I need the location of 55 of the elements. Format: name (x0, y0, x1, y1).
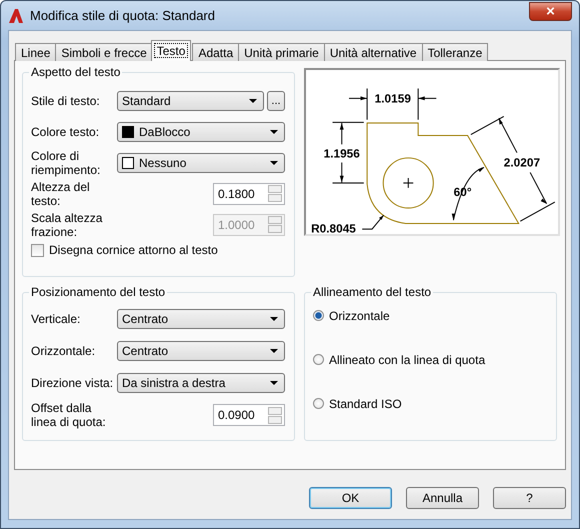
tab[interactable]: Unità primarie (238, 43, 325, 61)
dropdown[interactable]: Da sinistra a destra (117, 373, 285, 393)
radio-button[interactable] (313, 310, 324, 321)
letter-a-logo-icon (8, 8, 24, 24)
field-label: Direzione vista: (31, 376, 114, 390)
caret-icon (270, 349, 278, 353)
checkbox[interactable] (31, 244, 44, 256)
tab[interactable]: Simboli e frecce (55, 43, 153, 61)
field-label: Orizzontale: (31, 344, 96, 358)
dimension-label: 1.0159 (374, 91, 411, 106)
field-label: Colore testo: (31, 124, 100, 138)
tab[interactable]: Linee (15, 43, 56, 61)
browse-button[interactable]: ... (267, 90, 285, 110)
radio-label: Standard ISO (329, 397, 402, 411)
spin-arrows-icon (268, 185, 282, 202)
dimension-label: 1.1956 (324, 146, 360, 161)
field-label: Offset dalla linea di quota: (31, 401, 107, 429)
dimension-label: 2.0207 (504, 156, 540, 170)
caret-icon (270, 160, 278, 164)
checkbox-label: Disegna cornice attorno al testo (49, 243, 218, 257)
radio-button[interactable] (313, 354, 324, 365)
tab[interactable]: Tolleranze (422, 43, 488, 61)
tab[interactable]: Unità alternative (324, 43, 423, 61)
dialog-button[interactable]: ? (493, 487, 566, 509)
radio-button[interactable] (313, 398, 324, 409)
caret-icon (270, 130, 278, 134)
tab[interactable]: Testo (150, 40, 192, 61)
dimension-label: R0.8045 (311, 221, 356, 234)
field-label: Verticale: (31, 312, 82, 326)
dropdown[interactable]: Standard (117, 90, 264, 110)
group-title: Allineamento del testo (312, 285, 432, 299)
radio-label: Allineato con la linea di quota (329, 353, 486, 367)
spin-arrows-icon (268, 406, 282, 424)
field-label: Scala altezza frazione: (31, 210, 104, 238)
dropdown[interactable]: DaBlocco (117, 122, 285, 142)
group-title: Aspetto del testo (30, 65, 122, 79)
dropdown[interactable]: Nessuno (117, 152, 285, 172)
spin-arrows-icon (268, 216, 282, 233)
group-title: Posizionamento del testo (30, 285, 166, 299)
dialog-button[interactable]: OK (309, 487, 392, 509)
caret-icon (270, 317, 278, 321)
field-label: Colore di riempimento: (31, 148, 102, 176)
radio-label: Orizzontale (329, 309, 390, 323)
field-label: Stile di testo: (31, 94, 101, 108)
window-title: Modifica stile di quota: Standard (30, 8, 216, 23)
spinner-field[interactable]: 0.0900 (213, 404, 285, 426)
caret-icon (270, 381, 278, 385)
dropdown[interactable]: Centrato (117, 309, 285, 329)
dropdown[interactable]: Centrato (117, 341, 285, 361)
spinner-field[interactable]: 0.1800 (213, 182, 285, 204)
dialog-button[interactable]: Annulla (406, 487, 479, 509)
field-label: Altezza del testo: (31, 180, 91, 208)
caret-icon (249, 98, 257, 102)
close-button[interactable]: × (529, 2, 572, 21)
tab[interactable]: Adatta (192, 43, 240, 61)
